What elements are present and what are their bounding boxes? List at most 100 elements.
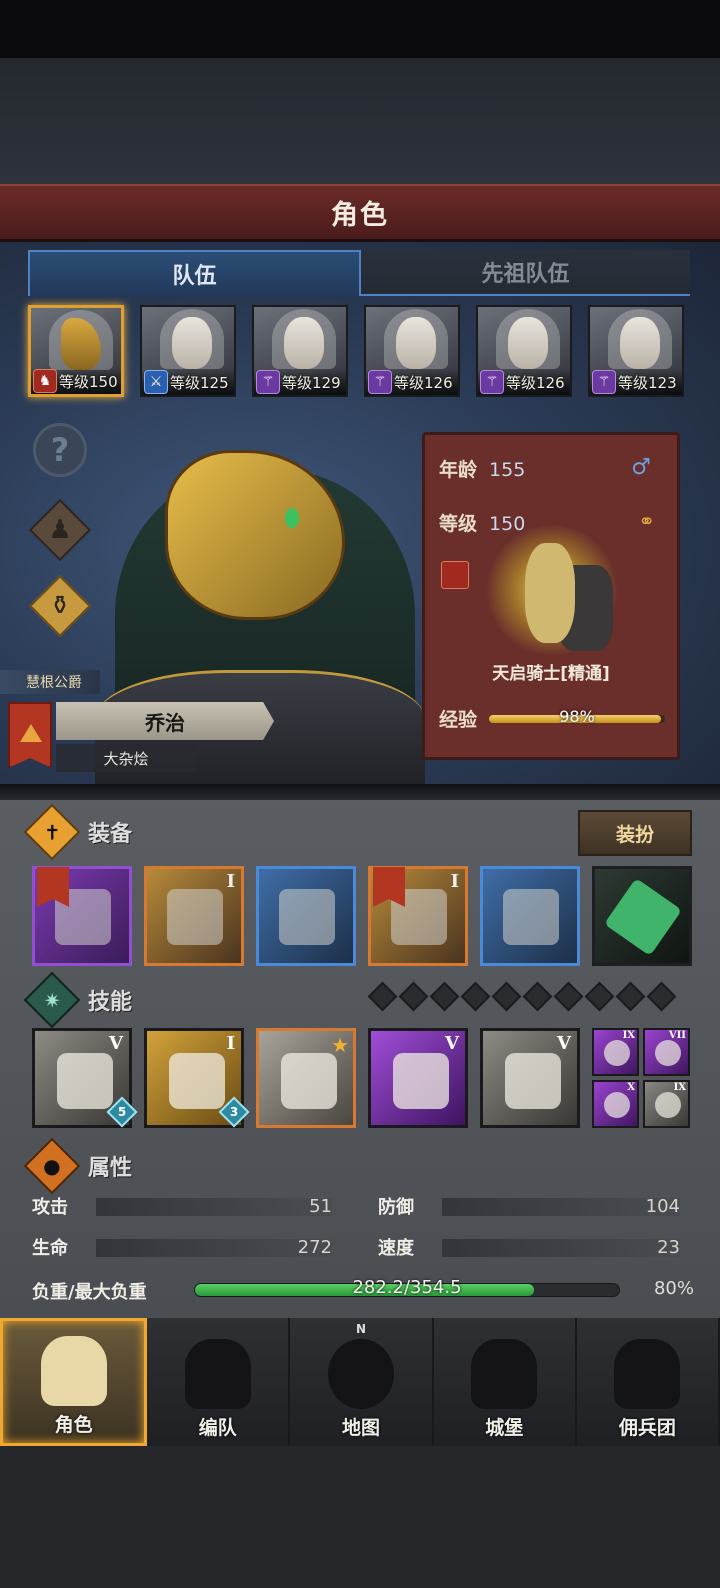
staff-class-icon: ⚚ (256, 370, 280, 394)
skill-point-dot (615, 981, 646, 1012)
explosion-icon (655, 1092, 681, 1118)
person-glyph: ♟ (48, 515, 72, 545)
team-member-3[interactable]: ⚚ 等级129 (252, 305, 348, 397)
potion-button[interactable]: ⚱ (28, 574, 92, 638)
level-row: 等级 150 (439, 509, 525, 536)
nav-label: 城堡 (485, 1417, 524, 1439)
team-member-2[interactable]: ⚔ 等级125 (140, 305, 236, 397)
compass-north: N (355, 1322, 367, 1336)
tier-label: I (450, 871, 459, 892)
stat-label: 防御 (378, 1197, 414, 1218)
nav-map[interactable]: N 地图 (290, 1318, 434, 1446)
equip-slot-accessory[interactable] (592, 866, 692, 966)
skill-slots: V 5 I 3 ★ V V IX VII X IX (32, 1028, 694, 1128)
target-icon (604, 1040, 630, 1066)
level-strip: ⚚ 等级126 (478, 369, 570, 395)
member-level: 等级129 (282, 373, 341, 392)
help-icon: ? (33, 423, 87, 477)
equip-slot-shield[interactable]: I (144, 866, 244, 966)
equip-slot-helmet[interactable] (256, 866, 356, 966)
stat-label: 生命 (32, 1238, 68, 1259)
passive-skill-1[interactable]: IX (592, 1028, 639, 1076)
potion-icon (604, 878, 682, 956)
tab-team[interactable]: 队伍 (28, 250, 361, 296)
banner-icon[interactable] (8, 702, 52, 768)
equip-slot-weapon[interactable] (32, 866, 132, 966)
portrait-face (172, 317, 212, 369)
skill-slot-4[interactable]: V (368, 1028, 468, 1128)
stat-speed: 速度 23 (378, 1233, 680, 1261)
stat-value: 23 (657, 1236, 680, 1258)
load-row: 负重/最大负重 282.2/354.5 80% (32, 1276, 694, 1306)
staff-class-icon: ⚚ (480, 370, 504, 394)
tier-label: V (109, 1033, 123, 1054)
marriage-ring-icon[interactable]: ⚭ (638, 509, 655, 533)
stat-value: 51 (309, 1195, 332, 1217)
level-value: 150 (489, 513, 526, 535)
banner-flag-icon (373, 867, 405, 907)
tier-label: V (445, 1033, 459, 1054)
stat-bar (442, 1239, 680, 1257)
member-level: 等级126 (506, 373, 565, 392)
skill-point-dot (522, 981, 553, 1012)
age-row: 年龄 155 (439, 455, 525, 482)
stat-attack: 攻击 51 (32, 1192, 332, 1220)
nav-character[interactable]: 角色 (0, 1318, 148, 1446)
team-member-6[interactable]: ⚚ 等级123 (588, 305, 684, 397)
skill-point-dot (584, 981, 615, 1012)
level-label: 等级 (439, 513, 478, 535)
skill-point-dot (491, 981, 522, 1012)
team-member-4[interactable]: ⚚ 等级126 (364, 305, 460, 397)
team-member-1[interactable]: ♞ 等级150 (28, 305, 124, 397)
age-label: 年龄 (439, 459, 478, 481)
hero-title: 慧根公爵 (0, 670, 100, 694)
tier-label: VII (668, 1030, 686, 1041)
portrait-face (508, 317, 548, 369)
helmet-gear-icon (184, 1339, 251, 1409)
equip-slot-boots[interactable] (480, 866, 580, 966)
passive-skill-3[interactable]: X (592, 1080, 639, 1128)
tab-ancestor-team[interactable]: 先祖队伍 (361, 250, 690, 296)
skill-slot-3[interactable]: ★ (256, 1028, 356, 1128)
skill-slot-5[interactable]: V (480, 1028, 580, 1128)
sword-class-icon: ⚔ (144, 370, 168, 394)
passive-skill-2[interactable]: VII (643, 1028, 690, 1076)
level-strip: ⚚ 等级126 (366, 369, 458, 395)
bottom-area (0, 1446, 720, 1588)
star-burst-icon: ✷ (23, 971, 81, 1029)
skill-slot-2[interactable]: I 3 (144, 1028, 250, 1128)
hero-trait[interactable]: 大杂烩 (56, 744, 196, 772)
passive-skill-4[interactable]: IX (643, 1080, 690, 1128)
team-member-5[interactable]: ⚚ 等级126 (476, 305, 572, 397)
cavalry-class-icon (441, 561, 469, 589)
recruit-button[interactable]: ♟ (28, 498, 92, 562)
person-bust-icon: ● (23, 1137, 81, 1195)
equipment-title: 装备 (88, 822, 133, 847)
tier-label: I (226, 1033, 235, 1054)
team-tabs: 队伍 先祖队伍 (28, 250, 690, 296)
equip-slot-armor[interactable]: I (368, 866, 468, 966)
helmet-gem (285, 508, 299, 528)
spear-icon (604, 1092, 630, 1118)
skill-point-dot (646, 981, 677, 1012)
hero-name[interactable]: 乔治 (56, 702, 274, 740)
portrait-face (396, 317, 436, 369)
cross-icon: ✝ (23, 803, 81, 861)
nav-formation[interactable]: 编队 (147, 1318, 291, 1446)
compass-icon (328, 1339, 394, 1409)
cavalry-class-icon: ♞ (33, 369, 57, 393)
skill-slot-1[interactable]: V 5 (32, 1028, 138, 1128)
member-level: 等级150 (59, 372, 118, 391)
nav-castle[interactable]: 城堡 (434, 1318, 577, 1446)
skill-point-dot (460, 981, 491, 1012)
mercenary-icon (614, 1339, 681, 1409)
exp-percent: 98% (559, 707, 595, 726)
stat-bar (96, 1239, 332, 1257)
level-strip: ⚚ 等级129 (254, 369, 346, 395)
nav-mercenary[interactable]: 佣兵团 (577, 1318, 720, 1446)
dress-up-button[interactable]: 装扮 (578, 810, 692, 856)
unit-illustration[interactable] (487, 525, 617, 655)
staff-class-icon: ⚚ (592, 370, 616, 394)
help-button[interactable]: ? (30, 420, 90, 480)
attributes-header: ● 属性 (23, 1137, 692, 1195)
